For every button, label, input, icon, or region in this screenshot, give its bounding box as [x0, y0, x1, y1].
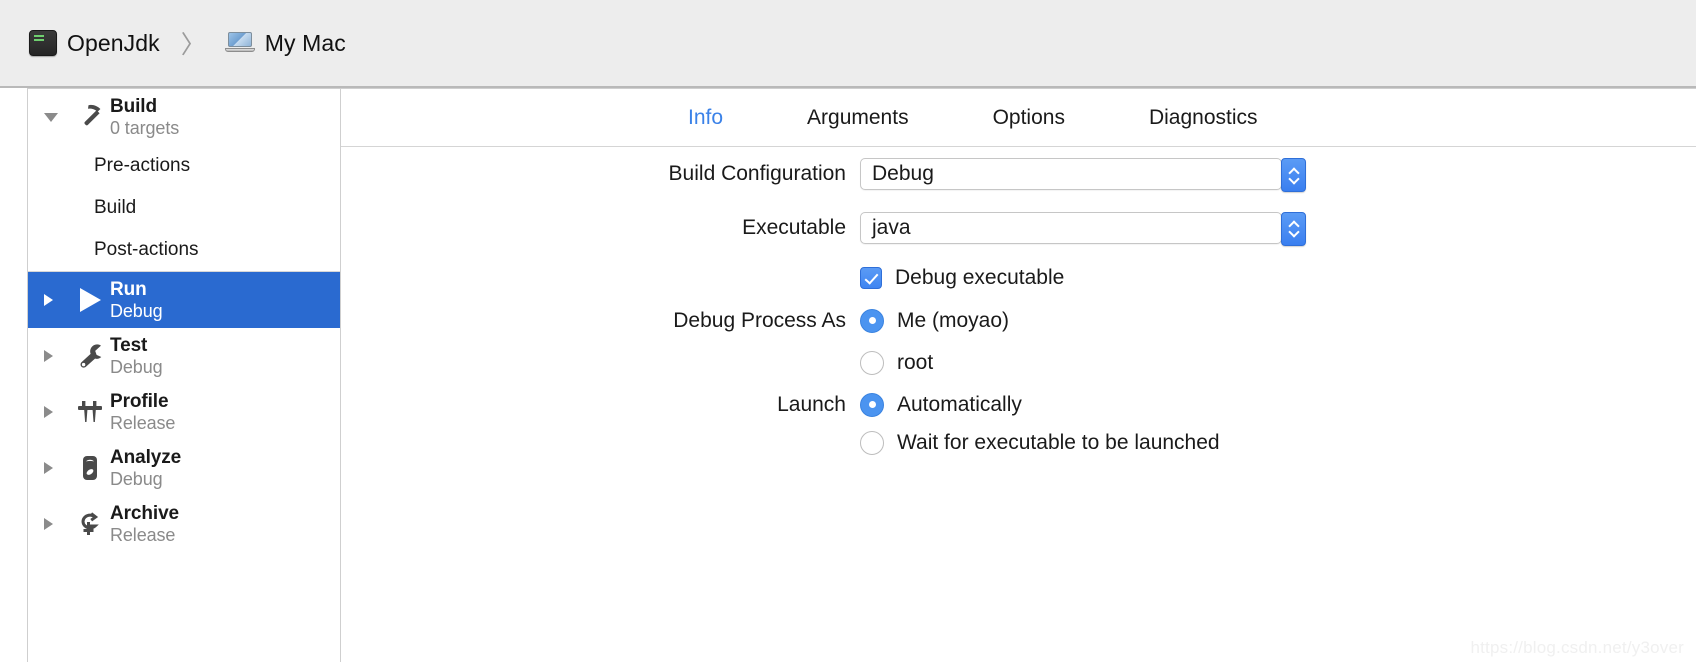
breadcrumb: OpenJdk 〉 My Mac — [29, 25, 346, 61]
executable-select[interactable]: java — [860, 211, 1306, 246]
sidebar-item-archive-title: Archive — [110, 502, 180, 524]
radio-launch-wait[interactable]: Wait for executable to be launched — [860, 431, 1220, 455]
sidebar-item-build[interactable]: Build 0 targets — [28, 89, 340, 145]
laptop-icon — [224, 32, 255, 54]
triangle-right-icon[interactable] — [44, 294, 70, 306]
sidebar-item-test-text: Test Debug — [110, 335, 163, 378]
breadcrumb-destination-label[interactable]: My Mac — [265, 30, 346, 57]
field-launch-wait: Wait for executable to be launched — [341, 423, 1696, 463]
radio-debug-process-me[interactable]: Me (moyao) — [860, 308, 1010, 333]
radio-selected-icon[interactable] — [860, 392, 884, 417]
sidebar-item-post-actions[interactable]: Post-actions — [28, 229, 340, 271]
wrench-icon — [70, 341, 110, 371]
triangle-right-icon[interactable] — [44, 518, 70, 530]
sidebar-item-pre-actions[interactable]: Pre-actions — [28, 145, 340, 187]
breadcrumb-scheme-label[interactable]: OpenJdk — [67, 30, 160, 57]
sidebar-item-archive[interactable]: Archive Release — [28, 496, 340, 552]
sidebar-item-test-subtitle: Debug — [110, 356, 163, 377]
sidebar-item-run-subtitle: Debug — [110, 300, 163, 321]
debug-process-as-label: Debug Process As — [673, 308, 846, 332]
debug-executable-label: Debug executable — [895, 266, 1065, 289]
debug-executable-checkbox[interactable]: Debug executable — [860, 266, 1064, 290]
sidebar-item-profile-subtitle: Release — [110, 412, 176, 433]
breadcrumb-bar: OpenJdk 〉 My Mac — [0, 0, 1696, 88]
radio-debug-process-root-label: root — [897, 350, 934, 374]
field-debug-process-as-root: root — [341, 339, 1696, 386]
chevron-up-down-icon[interactable] — [1281, 211, 1306, 246]
sidebar-item-profile-text: Profile Release — [110, 391, 175, 434]
sidebar-item-test[interactable]: Test Debug — [28, 328, 340, 384]
terminal-icon — [29, 30, 57, 56]
sidebar-item-test-title: Test — [110, 334, 148, 356]
hammer-icon — [70, 103, 110, 131]
build-configuration-select[interactable]: Debug — [860, 158, 1306, 192]
launch-label: Launch — [777, 392, 846, 416]
sidebar-item-build-subtitle: 0 targets — [110, 117, 180, 138]
sidebar-item-analyze-title: Analyze — [110, 446, 182, 468]
sidebar-item-pre-actions-label: Pre-actions — [94, 155, 191, 176]
play-icon — [70, 285, 110, 315]
radio-launch-automatically[interactable]: Automatically — [860, 392, 1022, 417]
info-form: Build Configuration Debug Executable jav… — [341, 147, 1696, 463]
triangle-right-icon[interactable] — [44, 350, 70, 362]
checkbox-checked-icon[interactable] — [860, 267, 882, 289]
tab-arguments[interactable]: Arguments — [765, 106, 951, 130]
radio-unselected-icon[interactable] — [860, 350, 884, 375]
sidebar-item-analyze-text: Analyze Debug — [110, 447, 181, 490]
sidebar-item-build-title: Build — [110, 95, 157, 117]
radio-debug-process-root[interactable]: root — [860, 350, 934, 375]
field-launch: Launch Automatically — [341, 386, 1696, 423]
executable-value: java — [872, 215, 911, 239]
sidebar-item-archive-subtitle: Release — [110, 524, 176, 545]
tab-bar: Info Arguments Options Diagnostics — [341, 89, 1696, 147]
sidebar-item-build-action[interactable]: Build — [28, 187, 340, 229]
radio-launch-wait-label: Wait for executable to be launched — [897, 431, 1220, 454]
stethoscope-icon — [70, 453, 110, 483]
radio-debug-process-me-label: Me (moyao) — [897, 308, 1010, 332]
caliper-icon — [70, 397, 110, 427]
field-build-configuration: Build Configuration Debug — [341, 147, 1696, 201]
sidebar-item-run[interactable]: Run Debug — [28, 272, 340, 328]
tab-options[interactable]: Options — [951, 106, 1107, 130]
triangle-right-icon[interactable] — [44, 406, 70, 418]
sidebar-item-profile-title: Profile — [110, 390, 169, 412]
scheme-detail-panel: Info Arguments Options Diagnostics Build… — [341, 88, 1696, 662]
tab-info[interactable]: Info — [646, 106, 765, 130]
sidebar-item-build-action-label: Build — [94, 197, 137, 218]
executable-label: Executable — [742, 215, 846, 239]
radio-selected-icon[interactable] — [860, 308, 884, 333]
watermark: https://blog.csdn.net/y3over — [1470, 638, 1684, 657]
sidebar-item-post-actions-label: Post-actions — [94, 239, 199, 260]
sidebar-item-build-text: Build 0 targets — [110, 96, 179, 139]
tab-diagnostics[interactable]: Diagnostics — [1107, 106, 1300, 130]
field-executable: Executable java — [341, 201, 1696, 254]
radio-launch-automatically-label: Automatically — [897, 392, 1022, 416]
sidebar-item-profile[interactable]: Profile Release — [28, 384, 340, 440]
archive-icon — [70, 509, 110, 539]
sidebar-item-archive-text: Archive Release — [110, 503, 179, 546]
sidebar-item-analyze[interactable]: Analyze Debug — [28, 440, 340, 496]
field-debug-executable: Debug executable — [341, 254, 1696, 302]
triangle-down-icon[interactable] — [44, 112, 70, 122]
radio-unselected-icon[interactable] — [860, 431, 884, 455]
sidebar-item-run-text: Run Debug — [110, 279, 163, 322]
sidebar-item-analyze-subtitle: Debug — [110, 468, 163, 489]
scheme-actions-sidebar[interactable]: Build 0 targets Pre-actions Build Post-a… — [27, 88, 341, 662]
chevron-up-down-icon[interactable] — [1281, 158, 1306, 192]
field-debug-process-as: Debug Process As Me (moyao) — [341, 302, 1696, 339]
build-configuration-value: Debug — [872, 162, 934, 185]
triangle-right-icon[interactable] — [44, 462, 70, 474]
build-configuration-label: Build Configuration — [668, 162, 846, 185]
chevron-right-icon: 〉 — [180, 31, 206, 59]
sidebar-item-run-title: Run — [110, 278, 147, 300]
